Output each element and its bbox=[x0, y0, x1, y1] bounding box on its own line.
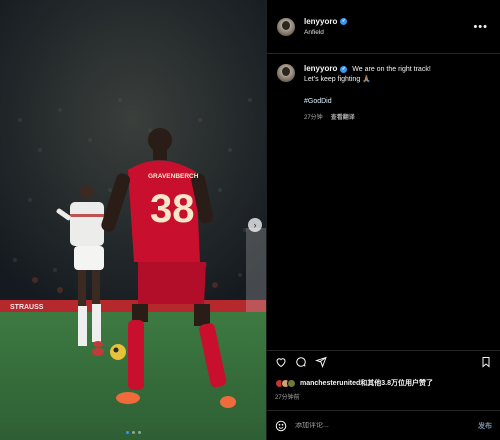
caption-body: lenyyoro ✓ We are on the right track! Le… bbox=[304, 64, 431, 123]
post-media[interactable]: STRAUSS GRAVENBERCH 38 › bbox=[0, 0, 266, 440]
verified-icon: ✓ bbox=[340, 65, 348, 73]
chevron-right-icon: › bbox=[253, 219, 257, 230]
heart-icon[interactable] bbox=[275, 356, 287, 368]
caption-time: 27分钟 bbox=[304, 115, 323, 121]
see-translation-link[interactable]: 查看翻译 bbox=[331, 113, 355, 123]
author-username[interactable]: lenyyoro bbox=[304, 17, 337, 26]
post-header: lenyyoro ✓ Anfield ••• bbox=[267, 0, 500, 54]
avatar[interactable] bbox=[277, 17, 295, 36]
share-icon[interactable] bbox=[315, 356, 327, 368]
carousel-dot bbox=[125, 431, 129, 434]
likes-text: manchesterunited和其他3.8万位用户赞了 bbox=[300, 380, 434, 387]
liker-avatars bbox=[275, 378, 296, 388]
caption: lenyyoro ✓ We are on the right track! Le… bbox=[267, 54, 500, 123]
author-username-row: lenyyoro ✓ bbox=[304, 17, 473, 26]
caption-username-row: lenyyoro ✓ bbox=[304, 64, 348, 74]
carousel-dot bbox=[131, 431, 135, 434]
caption-line-2: Let's keep fighting 🙏🏽 bbox=[304, 76, 371, 83]
carousel-next-button[interactable]: › bbox=[248, 218, 262, 232]
caption-meta: 27分钟 查看翻译 bbox=[304, 113, 431, 123]
comment-input[interactable] bbox=[295, 422, 478, 429]
author-info: lenyyoro ✓ Anfield bbox=[304, 17, 473, 36]
hashtag-link[interactable]: #GodDid bbox=[304, 97, 431, 107]
emoji-icon[interactable] bbox=[275, 420, 287, 432]
action-bar bbox=[267, 350, 500, 372]
shirt-name: GRAVENBERCH bbox=[148, 173, 199, 180]
post-panel: lenyyoro ✓ Anfield ••• lenyyoro ✓ We are… bbox=[266, 0, 500, 440]
avatar bbox=[287, 378, 296, 388]
comment-icon[interactable] bbox=[295, 356, 307, 368]
carousel-dot bbox=[137, 431, 141, 434]
avatar[interactable] bbox=[277, 64, 295, 82]
verified-icon: ✓ bbox=[340, 18, 348, 25]
location-link[interactable]: Anfield bbox=[304, 29, 473, 36]
carousel-indicator bbox=[0, 431, 266, 434]
post-timestamp: 27分钟前 bbox=[275, 395, 300, 401]
post-comment-button[interactable]: 发布 bbox=[478, 421, 492, 431]
comment-bar: 发布 bbox=[267, 410, 500, 440]
ad-board-text: STRAUSS bbox=[10, 304, 44, 311]
shirt-number: 38 bbox=[150, 187, 195, 231]
football bbox=[110, 344, 126, 360]
caption-username[interactable]: lenyyoro bbox=[304, 64, 337, 74]
bookmark-icon[interactable] bbox=[480, 356, 492, 368]
more-icon[interactable]: ••• bbox=[473, 21, 490, 33]
caption-line-1: We are on the right track! bbox=[352, 66, 431, 73]
match-photo: STRAUSS GRAVENBERCH 38 bbox=[0, 0, 266, 440]
likes-summary[interactable]: manchesterunited和其他3.8万位用户赞了 bbox=[275, 378, 433, 388]
